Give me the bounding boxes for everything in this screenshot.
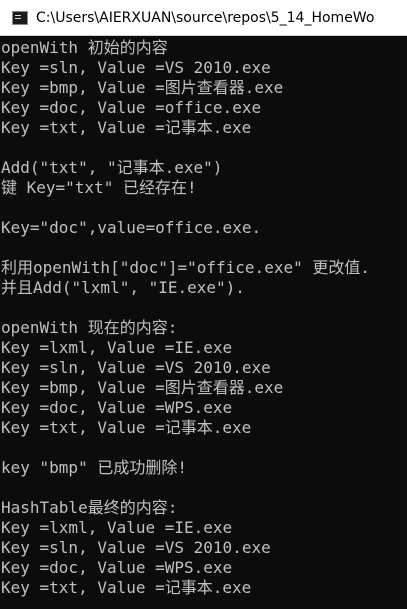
console-line: Key =sln, Value =VS 2010.exe <box>1 358 271 377</box>
console-line: 利用openWith["doc"]="office.exe" 更改值. <box>1 258 370 277</box>
console-output[interactable]: openWith 初始的内容 Key =sln, Value =VS 2010.… <box>0 38 407 609</box>
console-line: openWith 现在的内容: <box>1 318 178 337</box>
console-line: key "bmp" 已成功删除! <box>1 458 187 477</box>
console-line: Add("txt", "记事本.exe") <box>1 158 223 177</box>
console-line: Key =bmp, Value =图片查看器.exe <box>1 78 284 97</box>
console-line: openWith 初始的内容 <box>1 38 168 57</box>
console-window: C:\Users\AIERXUAN\source\repos\5_14_Home… <box>0 0 407 609</box>
console-line: Key =sln, Value =VS 2010.exe <box>1 538 271 557</box>
console-line: 键 Key="txt" 已经存在! <box>1 178 197 197</box>
console-line: Key =txt, Value =记事本.exe <box>1 578 252 597</box>
console-line: Key =doc, Value =WPS.exe <box>1 398 233 417</box>
console-line: Key =lxml, Value =IE.exe <box>1 518 233 537</box>
console-line: Key =sln, Value =VS 2010.exe <box>1 58 271 77</box>
console-line: Key="doc",value=office.exe. <box>1 218 262 237</box>
console-line: HashTable最终的内容: <box>1 498 178 517</box>
console-line: Key =bmp, Value =图片查看器.exe <box>1 378 284 397</box>
title-bar[interactable]: C:\Users\AIERXUAN\source\repos\5_14_Home… <box>0 0 407 36</box>
console-line: Key =txt, Value =记事本.exe <box>1 418 252 437</box>
window-title: C:\Users\AIERXUAN\source\repos\5_14_Home… <box>36 9 375 26</box>
console-app-icon <box>12 10 28 25</box>
console-line: Key =doc, Value =WPS.exe <box>1 558 233 577</box>
console-line: 并且Add("lxml", "IE.exe"). <box>1 278 245 297</box>
console-line: Key =txt, Value =记事本.exe <box>1 118 252 137</box>
console-line: Key =doc, Value =office.exe <box>1 98 262 117</box>
console-line: Key =lxml, Value =IE.exe <box>1 338 233 357</box>
